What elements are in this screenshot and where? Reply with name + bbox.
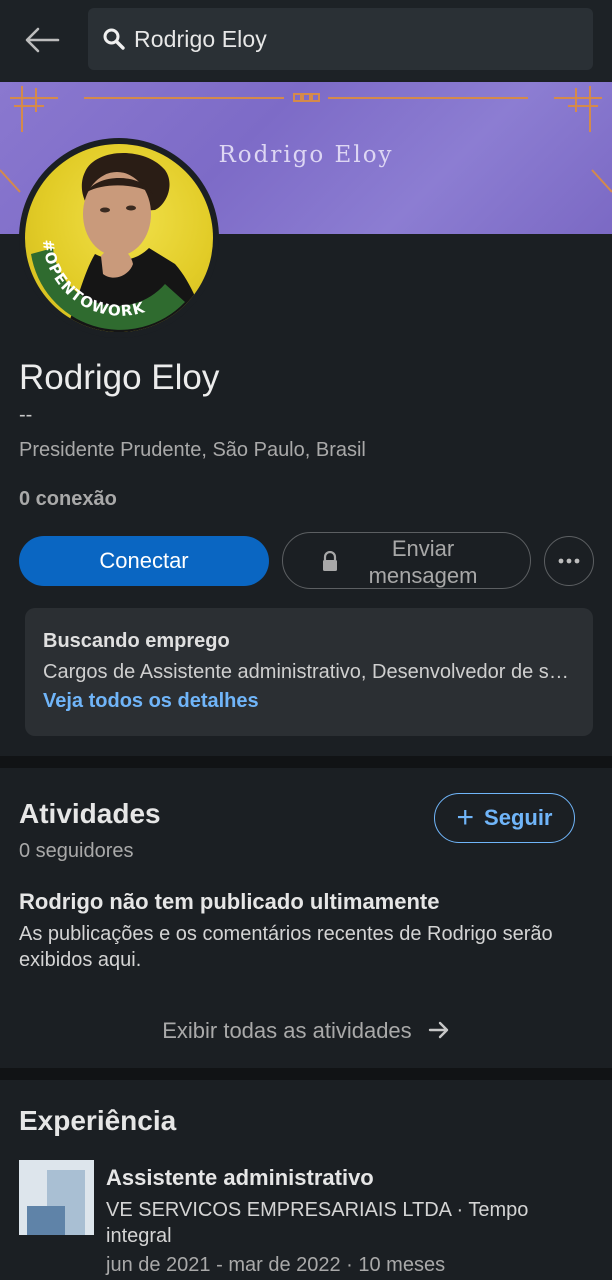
plus-icon: + xyxy=(456,801,475,834)
top-bar: Rodrigo Eloy xyxy=(0,0,612,80)
profile-photo: #OPENTOWORK xyxy=(25,144,213,332)
message-label-line1: Enviar xyxy=(391,536,455,561)
lock-icon xyxy=(323,551,337,571)
message-label-line2: mensagem xyxy=(368,563,478,588)
profile-location: Presidente Prudente, São Paulo, Brasil xyxy=(19,439,366,461)
experience-role: Assistente administrativo xyxy=(106,1165,374,1190)
show-all-activities-link[interactable]: Exibir todas as atividades xyxy=(0,1018,612,1044)
connect-button[interactable]: Conectar xyxy=(19,536,269,586)
connections-count[interactable]: 0 conexão xyxy=(19,488,117,511)
see-all-details-link[interactable]: Veja todos os detalhes xyxy=(43,690,259,713)
followers-count: 0 seguidores xyxy=(19,840,134,862)
more-options-button[interactable] xyxy=(544,536,594,586)
follow-label: Seguir xyxy=(484,805,553,830)
experience-title: Experiência xyxy=(19,1105,177,1136)
arrow-right-icon xyxy=(428,1021,448,1039)
profile-headline: -- xyxy=(19,404,33,426)
search-input[interactable]: Rodrigo Eloy xyxy=(134,26,267,53)
open-to-work-title: Buscando emprego xyxy=(43,630,230,652)
experience-dates: jun de 2021 - mar de 2022 · 10 meses xyxy=(106,1254,446,1276)
message-button[interactable]: Enviar mensagem xyxy=(282,532,531,589)
open-to-work-card[interactable]: Buscando emprego Cargos de Assistente ad… xyxy=(25,608,593,736)
section-divider xyxy=(0,756,612,768)
search-icon xyxy=(103,28,125,50)
back-button[interactable] xyxy=(20,22,64,58)
more-dots-icon xyxy=(558,558,580,564)
search-bar[interactable]: Rodrigo Eloy xyxy=(88,8,593,70)
company-logo[interactable] xyxy=(19,1160,94,1235)
company-logo-icon xyxy=(19,1160,94,1235)
no-posts-title: Rodrigo não tem publicado ultimamente xyxy=(19,889,440,914)
no-posts-description: As publicações e os comentários recentes… xyxy=(19,923,553,971)
show-all-activities-label: Exibir todas as atividades xyxy=(162,1018,412,1043)
activities-title: Atividades xyxy=(19,798,161,829)
message-button-label: Enviar mensagem xyxy=(353,535,493,589)
experience-company: VE SERVICOS EMPRESARIAIS LTDA · Tempo in… xyxy=(106,1199,529,1247)
back-arrow-icon xyxy=(25,27,60,53)
avatar[interactable]: #OPENTOWORK xyxy=(19,138,219,338)
person-silhouette-icon: #OPENTOWORK xyxy=(31,152,213,332)
section-divider xyxy=(0,1068,612,1080)
open-to-work-description: Cargos de Assistente administrativo, Des… xyxy=(43,661,575,683)
profile-name: Rodrigo Eloy xyxy=(19,358,220,397)
follow-button[interactable]: + Seguir xyxy=(434,793,575,843)
